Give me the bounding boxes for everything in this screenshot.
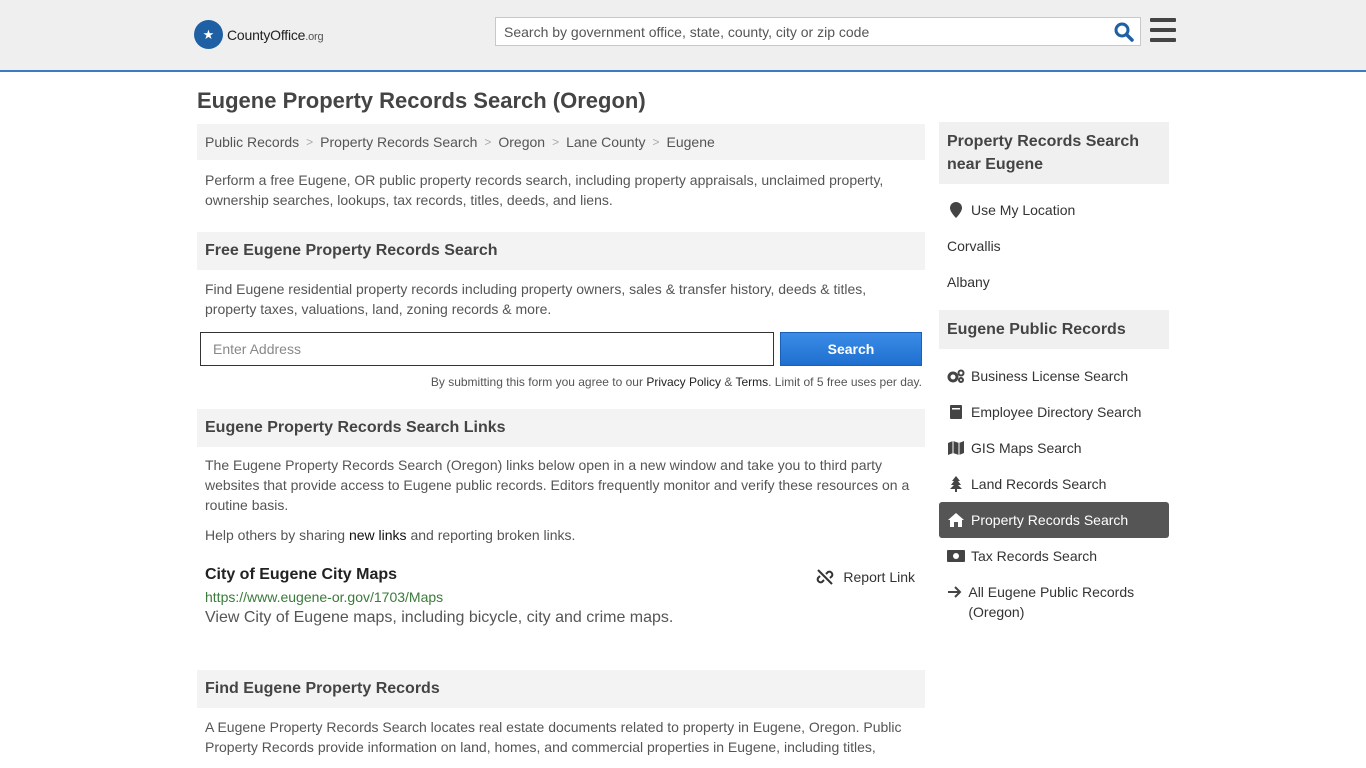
- chevron-right-icon: >: [552, 135, 560, 149]
- breadcrumb-property-records[interactable]: Property Records Search: [320, 134, 477, 150]
- nearby-albany-link[interactable]: Albany: [947, 272, 990, 292]
- nearby-corvallis-link[interactable]: Corvallis: [947, 236, 1001, 256]
- help-text: Help others by sharing new links and rep…: [205, 527, 576, 543]
- tree-icon: [947, 474, 965, 494]
- global-search-input[interactable]: [496, 18, 1108, 45]
- top-header: ★ CountyOffice.org: [0, 0, 1366, 72]
- breadcrumb: Public Records > Property Records Search…: [197, 124, 925, 160]
- map-pin-icon: [947, 200, 965, 220]
- money-icon: [947, 546, 965, 566]
- chevron-right-icon: >: [484, 135, 492, 149]
- sidebar-item-property-records[interactable]: Property Records Search: [939, 502, 1169, 538]
- terms-link[interactable]: Terms: [735, 375, 768, 389]
- links-desc: The Eugene Property Records Search (Oreg…: [205, 457, 910, 513]
- breadcrumb-public-records[interactable]: Public Records: [205, 134, 299, 150]
- list-item: City of Eugene City Maps Report Link htt…: [197, 566, 925, 627]
- chevron-right-icon: >: [306, 135, 314, 149]
- use-location-item[interactable]: Use My Location: [939, 200, 1169, 220]
- address-search-button[interactable]: Search: [780, 332, 922, 366]
- use-location-link[interactable]: Use My Location: [971, 200, 1075, 220]
- new-links-link[interactable]: new links: [349, 527, 407, 543]
- free-search-heading: Free Eugene Property Records Search: [197, 232, 925, 270]
- address-search-form: Search: [197, 332, 925, 366]
- intro-text: Perform a free Eugene, OR public propert…: [205, 172, 884, 208]
- sidebar: Property Records Search near Eugene Use …: [939, 122, 1169, 622]
- logo-emblem-icon: ★: [194, 20, 223, 49]
- breadcrumb-lane-county[interactable]: Lane County: [566, 134, 645, 150]
- nearby-item[interactable]: Albany: [939, 272, 1169, 292]
- logo-brand: CountyOffice: [227, 26, 306, 43]
- address-input[interactable]: [200, 332, 774, 366]
- hamburger-menu-icon[interactable]: [1150, 18, 1176, 42]
- public-records-heading: Eugene Public Records: [939, 310, 1169, 349]
- sidebar-item-employee-directory[interactable]: Employee Directory Search: [939, 402, 1169, 422]
- link-title[interactable]: City of Eugene City Maps: [205, 566, 397, 583]
- map-icon: [947, 438, 965, 458]
- sidebar-item-gis-maps[interactable]: GIS Maps Search: [939, 438, 1169, 458]
- gears-icon: [947, 366, 965, 386]
- breadcrumb-oregon[interactable]: Oregon: [498, 134, 545, 150]
- sidebar-item-all-public-records[interactable]: All Eugene Public Records (Oregon): [939, 582, 1169, 622]
- main-content: Public Records > Property Records Search…: [197, 124, 925, 757]
- nearby-item[interactable]: Corvallis: [939, 236, 1169, 256]
- arrow-right-icon: [947, 582, 962, 602]
- links-heading: Eugene Property Records Search Links: [197, 409, 925, 447]
- terms-notice: By submitting this form you agree to our…: [430, 375, 922, 389]
- search-icon[interactable]: [1108, 18, 1140, 45]
- broken-link-icon: [817, 569, 834, 585]
- sidebar-item-tax-records[interactable]: Tax Records Search: [939, 546, 1169, 566]
- privacy-policy-link[interactable]: Privacy Policy: [646, 375, 721, 389]
- find-heading: Find Eugene Property Records: [197, 670, 925, 708]
- page-title: Eugene Property Records Search (Oregon): [197, 88, 646, 113]
- global-search: [495, 17, 1141, 46]
- sidebar-item-land-records[interactable]: Land Records Search: [939, 474, 1169, 494]
- report-link-button[interactable]: Report Link: [816, 568, 915, 586]
- sidebar-item-business-license[interactable]: Business License Search: [939, 366, 1169, 386]
- chevron-right-icon: >: [652, 135, 660, 149]
- book-icon: [947, 402, 965, 422]
- link-url: https://www.eugene-or.gov/1703/Maps: [205, 589, 444, 605]
- nearby-heading: Property Records Search near Eugene: [939, 122, 1169, 184]
- breadcrumb-eugene: Eugene: [666, 134, 715, 150]
- free-search-desc: Find Eugene residential property records…: [205, 281, 867, 317]
- find-desc: A Eugene Property Records Search locates…: [205, 719, 902, 755]
- home-icon: [947, 510, 965, 530]
- logo-tld: .org: [305, 30, 324, 43]
- link-desc: View City of Eugene maps, including bicy…: [205, 609, 674, 626]
- site-logo[interactable]: ★ CountyOffice.org: [194, 20, 324, 49]
